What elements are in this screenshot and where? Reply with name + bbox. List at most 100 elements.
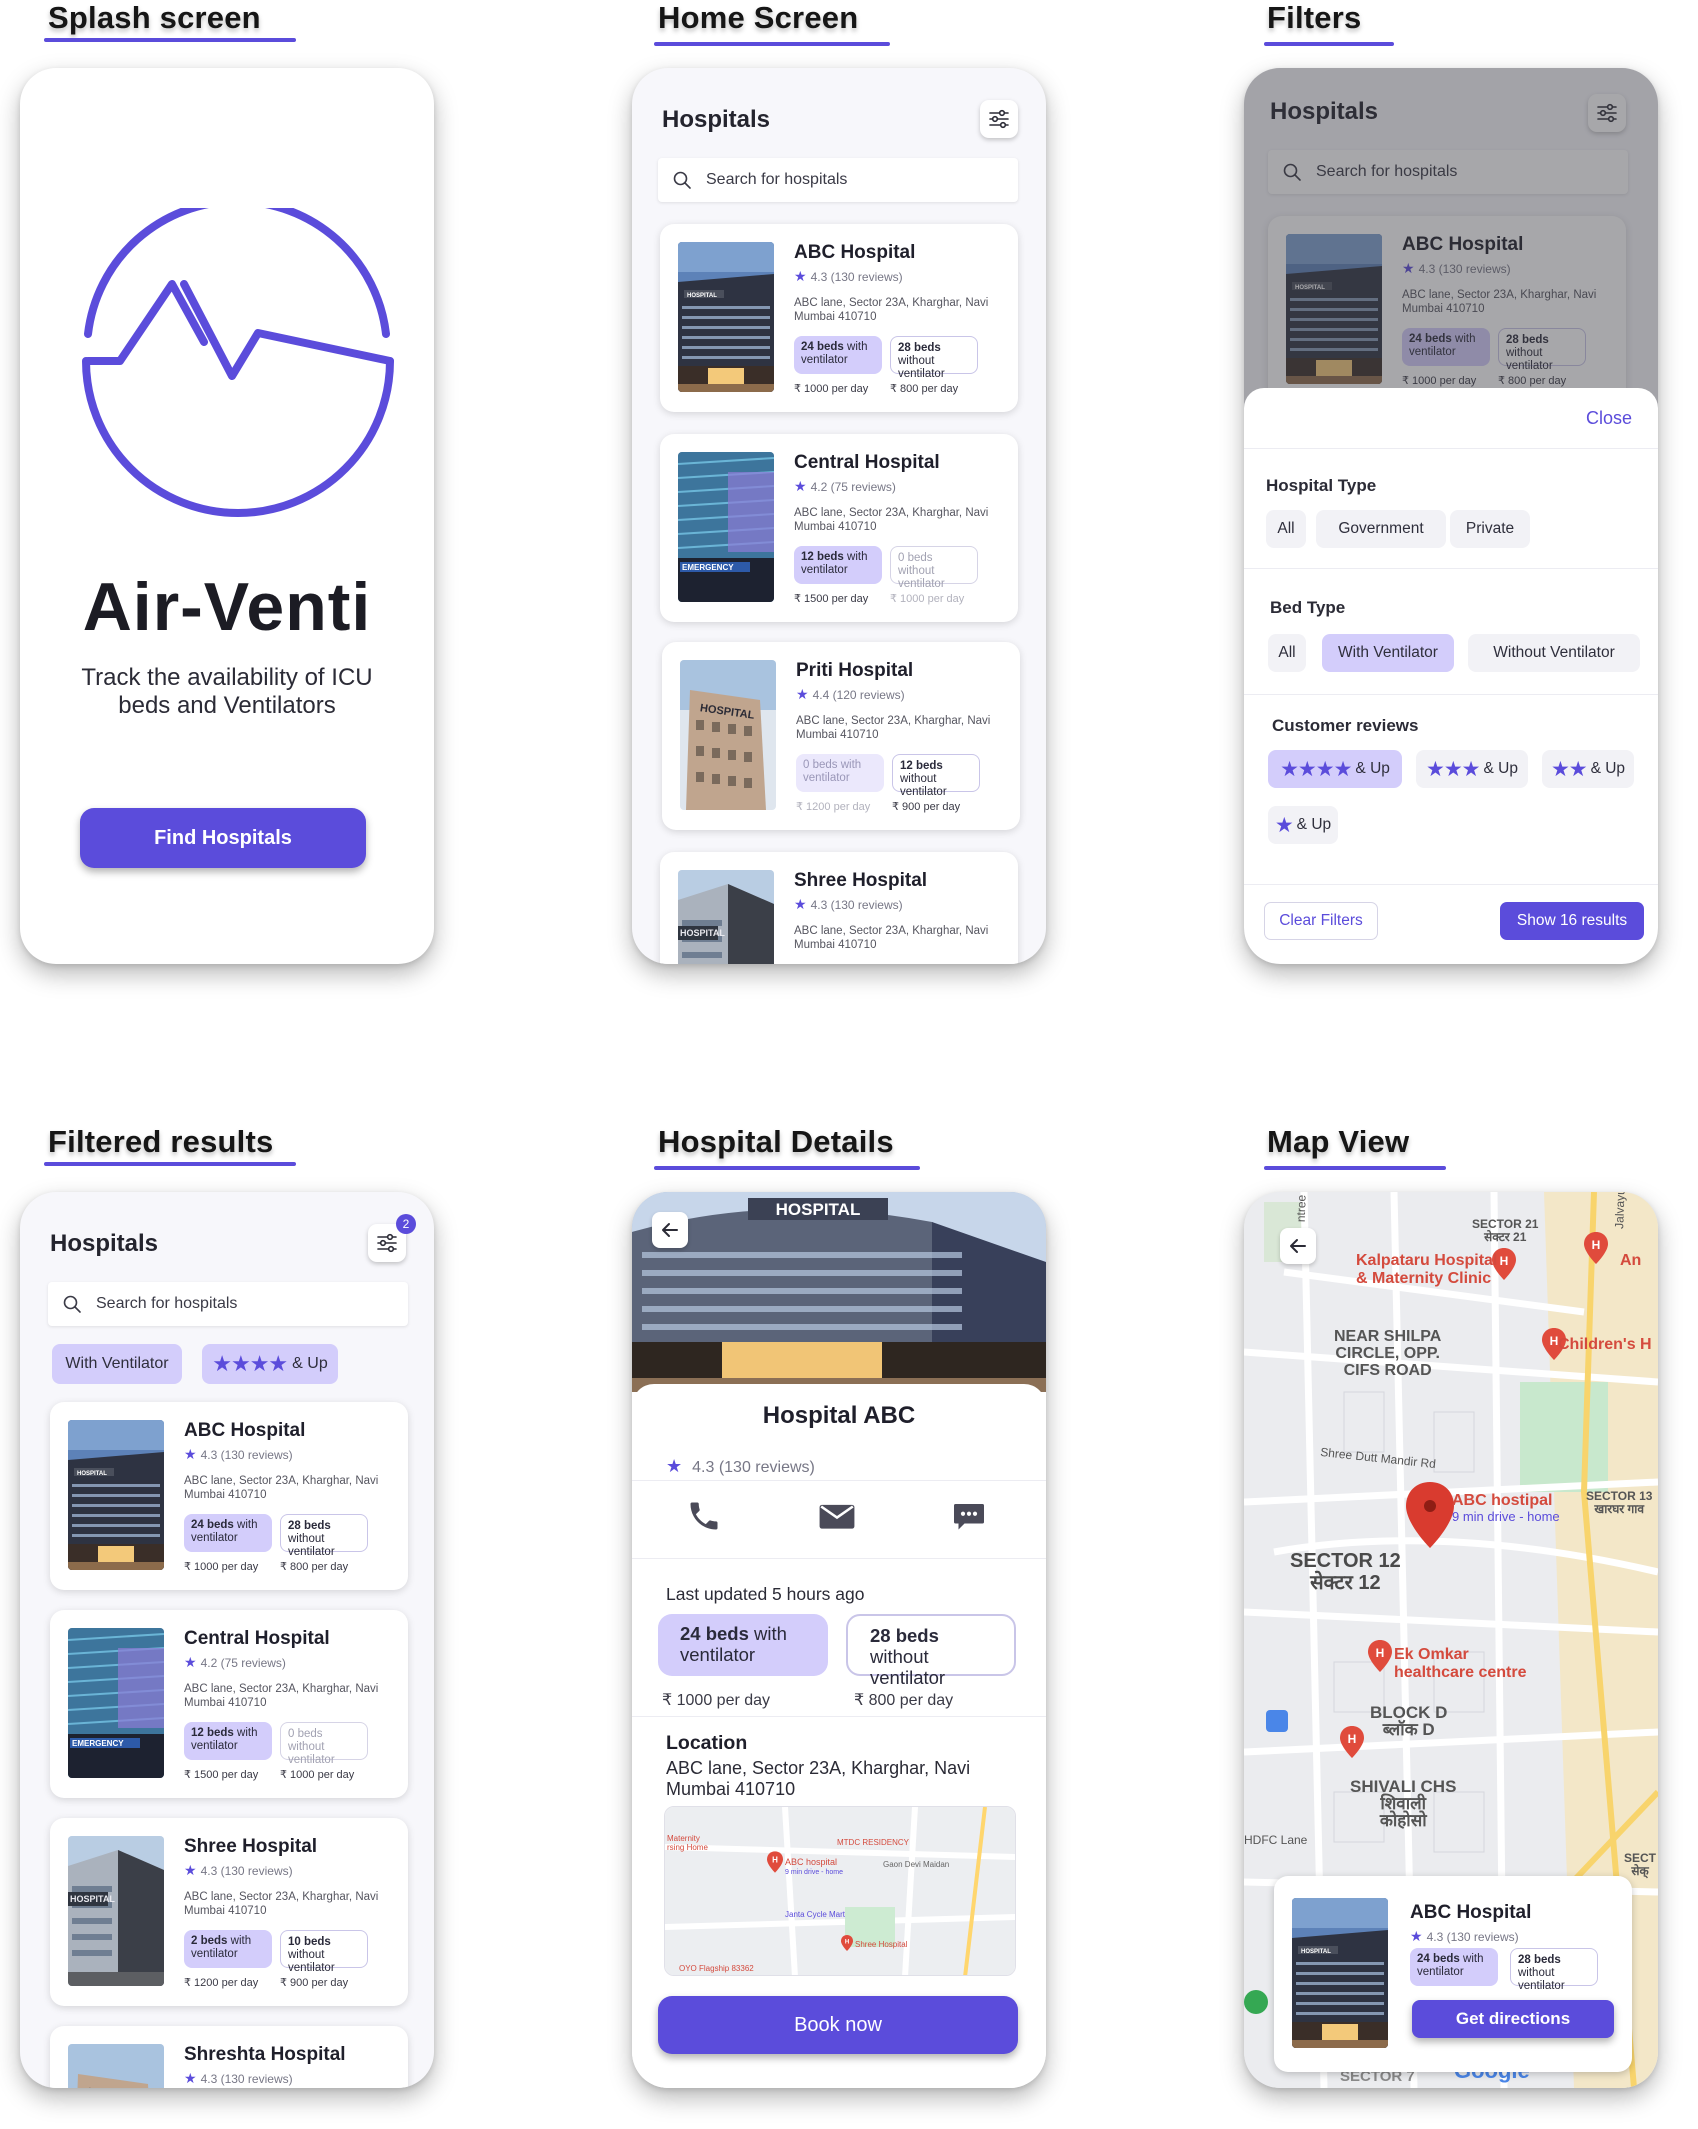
hospital-photo [68,2044,164,2088]
hero-sign: HOSPITAL [776,1200,861,1219]
minimap-abc-sub: 9 min drive - home [785,1869,843,1876]
search-input[interactable]: Search for hospitals [658,158,1018,202]
map-poi-an[interactable]: An [1620,1252,1641,1270]
section-underline [654,1166,920,1170]
hospital-type-label: Hospital Type [1266,476,1377,495]
chip-with-ventilator[interactable]: With Ventilator [1322,634,1454,672]
star-icon: ★ [184,1862,197,1878]
hospital-address: ABC lane, Sector 23A, Kharghar, Navi Mum… [184,1475,379,1501]
section-title-details: Hospital Details [658,1124,894,1159]
filters-screen: Hospitals Search for hospitals ABC Hospi… [1244,68,1658,964]
back-button[interactable] [652,1212,688,1248]
map-poi-childrens[interactable]: Children's H [1558,1336,1652,1354]
price-without-ventilator: ₹ 800 per day [854,1692,954,1709]
star-icon: ★ [794,478,807,494]
search-input[interactable]: Search for hospitals [48,1282,408,1326]
section-underline [44,38,296,42]
book-now-button[interactable]: Book now [658,1996,1018,2054]
hospital-photo [1292,1898,1388,2048]
beds-with-ventilator: 2 beds with ventilator [184,1930,272,1968]
hospital-rating: ★ 4.3 (130 reviews) [184,1862,293,1878]
minimap-oyo: OYO Flagship 83362 [679,1964,754,1973]
last-updated: Last updated 5 hours ago [666,1584,865,1604]
chip-3-stars[interactable]: ★★★ & Up [1416,750,1528,788]
hospital-card[interactable]: Central Hospital ★ 4.2 (75 reviews) ABC l… [660,434,1018,622]
app-tagline: Track the availability of ICU beds and V… [81,664,373,719]
active-filter-rating[interactable]: ★★★★ & Up [202,1344,338,1384]
divider [1244,694,1658,695]
filter-count-badge: 2 [396,1214,416,1234]
hospital-map-card[interactable]: ABC Hospital ★ 4.3 (130 reviews) 24 beds … [1274,1876,1632,2072]
search-placeholder: Search for hospitals [706,171,848,188]
beds-without-ventilator: 28 beds without ventilator [846,1614,1016,1688]
message-button[interactable] [950,1498,988,1539]
close-button[interactable]: Close [1586,408,1632,429]
show-results-button[interactable]: Show 16 results [1500,902,1644,940]
map-label: BLOCK D ब्लॉक D [1370,1703,1448,1739]
email-button[interactable] [818,1498,856,1539]
hospital-card[interactable]: ABC Hospital ★ 4.3 (130 reviews) ABC lane… [660,224,1018,412]
hospital-address: ABC lane, Sector 23A, Kharghar, Navi Mum… [794,925,989,951]
chip-government[interactable]: Government [1316,510,1446,548]
call-button[interactable] [686,1498,722,1539]
chip-1-star[interactable]: ★ & Up [1268,806,1338,844]
chip-2-stars[interactable]: ★★ & Up [1542,750,1634,788]
hospital-card[interactable]: Shree Hospital ★ 4.3 (130 reviews) ABC la… [50,1818,408,2006]
star-icon: ★ [184,2070,197,2086]
beds-with-ventilator: 12 beds with ventilator [794,546,882,584]
beds-without-ventilator: 0 beds without ventilator [890,546,978,590]
hospital-photo [678,452,774,602]
hospital-card[interactable]: Central Hospital ★ 4.2 (75 reviews) ABC l… [50,1610,408,1798]
hospital-address: ABC lane, Sector 23A, Kharghar, Navi Mum… [794,297,989,323]
price-with-ventilator: ₹ 1000 per day [794,383,869,395]
map-label: SECTOR 12 सेक्टर 12 [1290,1550,1401,1594]
price-without-ventilator: ₹ 900 per day [892,801,961,813]
stars-icon: ★★ [1550,757,1588,781]
hospital-photo [678,870,774,964]
location-title: Location [666,1732,748,1754]
map-poi-kalpataru[interactable]: Kalpataru Hospital & Maternity Clinic [1356,1252,1497,1288]
active-filter-ventilator[interactable]: With Ventilator [52,1344,182,1384]
price-without-ventilator: ₹ 900 per day [280,1977,349,1989]
hospital-card[interactable]: Shree Hospital ★ 4.3 (130 reviews) ABC la… [660,852,1018,964]
section-title-filtered: Filtered results [48,1124,274,1159]
beds-without-ventilator: 12 beds without ventilator [892,754,980,798]
arrow-left-icon [1290,1239,1306,1253]
minimap-cycle: Janta Cycle Mart [785,1910,846,1919]
map-label: SHIVALI CHS शिवाली कोहोसो [1350,1777,1457,1830]
filter-button[interactable] [980,100,1018,138]
get-directions-button[interactable]: Get directions [1412,2000,1614,2038]
search-icon [62,1294,82,1314]
chip-without-ventilator[interactable]: Without Ventilator [1468,634,1640,672]
hospital-card[interactable]: Priti Hospital ★ 4.4 (120 reviews) ABC la… [662,642,1020,830]
hospital-rating: ★ 4.3 (130 reviews) [794,268,903,284]
star-icon: ★ [796,686,809,702]
section-title-home: Home Screen [658,0,859,35]
hospital-card[interactable]: Shreshta Hospital ★ 4.3 (130 reviews) [50,2026,408,2088]
map-road-label: Jalvayu [1612,1192,1628,1230]
beds-with-ventilator: 12 beds with ventilator [184,1722,272,1760]
mini-map[interactable]: ABC hospital 9 min drive - home Maternit… [664,1806,1016,1976]
chip-private[interactable]: Private [1450,510,1530,548]
chip-hospital-all[interactable]: All [1266,510,1306,548]
map-view-screen: SECTOR 21 सेक्टर 21 Kalpataru Hospital &… [1244,1192,1658,2088]
map-poi-ekomkar[interactable]: Ek Omkar healthcare centre [1394,1646,1527,1682]
divider [1244,884,1658,885]
hospital-rating: ★ 4.2 (75 reviews) [184,1654,286,1670]
hospital-card[interactable]: ABC Hospital ★ 4.3 (130 reviews) ABC lane… [50,1402,408,1590]
hospital-name: Central Hospital [184,1628,330,1649]
hospital-address: ABC lane, Sector 23A, Kharghar, Navi Mum… [184,1683,379,1709]
clear-filters-button[interactable]: Clear Filters [1264,902,1378,940]
chip-bed-all[interactable]: All [1268,634,1306,672]
stars-icon: ★ [1274,813,1294,837]
divider [632,1558,1046,1559]
hospital-rating: ★ 4.3 (130 reviews) [184,1446,293,1462]
bed-type-label: Bed Type [1270,598,1346,617]
beds-with-ventilator: 24 beds with ventilator [1410,1948,1498,1986]
chip-4-stars[interactable]: ★★★★ & Up [1268,750,1402,788]
hospital-address: ABC lane, Sector 23A, Kharghar, Navi Mum… [184,1891,379,1917]
back-button[interactable] [1280,1228,1316,1264]
hospital-address: ABC lane, Sector 23A, Kharghar, Navi Mum… [796,715,991,741]
beds-with-ventilator: 24 beds with ventilator [794,336,882,374]
find-hospitals-button[interactable]: Find Hospitals [80,808,366,868]
